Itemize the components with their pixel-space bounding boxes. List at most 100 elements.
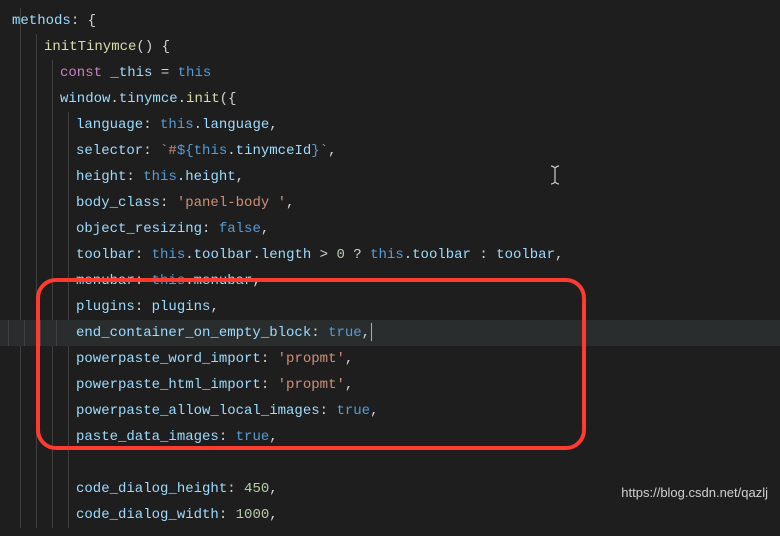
token-ident: plugins: [152, 299, 211, 315]
token-punct: .: [185, 247, 193, 263]
token-ident: toolbar: [194, 247, 253, 263]
token-this: this: [194, 143, 228, 159]
token-ident: window: [60, 91, 110, 107]
code-line-blank: [12, 450, 780, 476]
token-punct: ,: [286, 195, 294, 211]
token-key: powerpaste_html_import: [76, 377, 261, 393]
token-ident: menubar: [194, 273, 253, 289]
token-punct: .: [110, 91, 118, 107]
token-ident: language: [202, 117, 269, 133]
token-punct: ,: [345, 377, 353, 393]
token-punct: ,: [252, 273, 260, 289]
token-punct: ,: [269, 429, 277, 445]
token-punct: .: [178, 91, 186, 107]
token-punct: ,: [370, 403, 378, 419]
code-line: methods: {: [12, 8, 780, 34]
code-line: paste_data_images: true,: [12, 424, 780, 450]
token-bool: true: [236, 429, 270, 445]
token-punct: :: [320, 403, 337, 419]
token-key: paste_data_images: [76, 429, 219, 445]
token-key: powerpaste_word_import: [76, 351, 261, 367]
code-line: powerpaste_html_import: 'propmt',: [12, 372, 780, 398]
token-template: `: [320, 143, 328, 159]
code-line: plugins: plugins,: [12, 294, 780, 320]
token-template: `#: [160, 143, 177, 159]
token-punct: :: [143, 117, 160, 133]
token-punct: :: [143, 143, 160, 159]
token-this: this: [160, 117, 194, 133]
token-ident: tinymce: [119, 91, 178, 107]
token-string: 'propmt': [278, 351, 345, 367]
token-key: height: [76, 169, 126, 185]
token-punct: ,: [362, 325, 370, 341]
code-editor[interactable]: methods: { initTinymce() { const _this =…: [0, 0, 780, 536]
code-line: toolbar: this.toolbar.length > 0 ? this.…: [12, 242, 780, 268]
code-line-active: end_container_on_empty_block: true,: [0, 320, 780, 346]
token-this: this: [152, 247, 186, 263]
token-punct: :: [227, 481, 244, 497]
token-ident: height: [185, 169, 235, 185]
token-ident: length: [261, 247, 311, 263]
text-cursor-icon: [371, 323, 372, 341]
token-this: this: [370, 247, 404, 263]
token-op: :: [471, 247, 496, 263]
token-this: this: [143, 169, 177, 185]
token-ident: toolbar: [412, 247, 471, 263]
token-key: menubar: [76, 273, 135, 289]
token-number: 0: [337, 247, 345, 263]
token-key: selector: [76, 143, 143, 159]
token-bool: true: [336, 403, 370, 419]
token-punct: .: [252, 247, 260, 263]
token-punct: :: [219, 507, 236, 523]
token-punct: :: [135, 299, 152, 315]
token-this: this: [169, 65, 211, 81]
code-line: menubar: this.menubar,: [12, 268, 780, 294]
code-line: body_class: 'panel-body ',: [12, 190, 780, 216]
code-line: selector: `#${this.tinymceId}`,: [12, 138, 780, 164]
token-punct: () {: [136, 39, 170, 55]
token-tmpl-brace: ${: [177, 143, 194, 159]
token-punct: .: [404, 247, 412, 263]
token-punct: ,: [210, 299, 218, 315]
token-punct: .: [177, 169, 185, 185]
token-punct: :: [261, 377, 278, 393]
token-keyword: const: [60, 65, 102, 81]
token-method: init: [186, 91, 220, 107]
token-bool: true: [328, 325, 362, 341]
token-punct: ,: [236, 169, 244, 185]
token-key: body_class: [76, 195, 160, 211]
code-line: powerpaste_allow_local_images: true,: [12, 398, 780, 424]
token-this: this: [152, 273, 186, 289]
token-punct: ,: [269, 507, 277, 523]
token-string: 'panel-body ': [177, 195, 286, 211]
token-punct: .: [194, 117, 202, 133]
token-punct: ,: [261, 221, 269, 237]
token-punct: :: [135, 247, 152, 263]
token-punct: ,: [269, 481, 277, 497]
token-punct: ,: [345, 351, 353, 367]
token-punct: :: [160, 195, 177, 211]
token-number: 450: [244, 481, 269, 497]
token-punct: :: [261, 351, 278, 367]
token-function: initTinymce: [44, 39, 136, 55]
token-op: =: [161, 65, 169, 81]
token-punct: .: [227, 143, 235, 159]
token-punct: ,: [269, 117, 277, 133]
token-punct: ,: [555, 247, 563, 263]
token-punct: :: [135, 273, 152, 289]
token-string: 'propmt': [278, 377, 345, 393]
token-bool: false: [219, 221, 261, 237]
code-line: height: this.height,: [12, 164, 780, 190]
token-punct: ({: [220, 91, 237, 107]
token-key: plugins: [76, 299, 135, 315]
token-op: >: [311, 247, 336, 263]
token-ident: tinymceId: [236, 143, 312, 159]
token-punct: :: [219, 429, 236, 445]
token-key: toolbar: [76, 247, 135, 263]
code-line: initTinymce() {: [12, 34, 780, 60]
token-key: end_container_on_empty_block: [76, 325, 311, 341]
token-punct: : {: [71, 13, 96, 29]
token-punct: ,: [328, 143, 336, 159]
watermark-text: https://blog.csdn.net/qazlj: [621, 480, 768, 506]
token-ident: toolbar: [496, 247, 555, 263]
